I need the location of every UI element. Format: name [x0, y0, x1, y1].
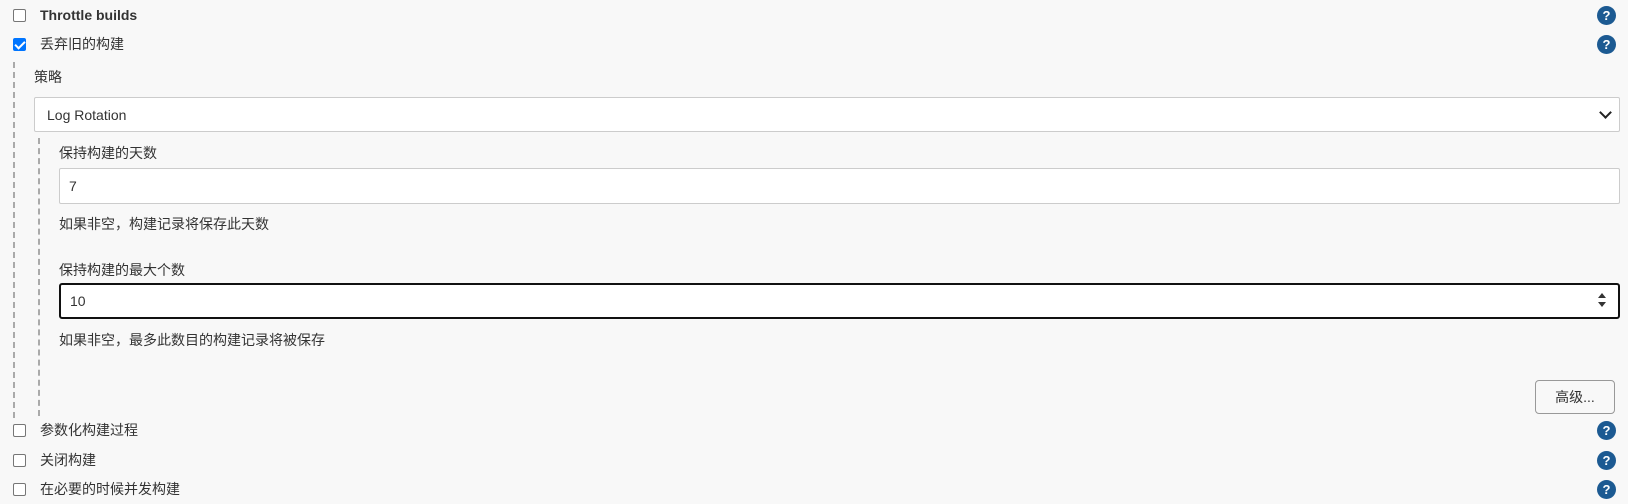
- option-discard-old-builds: 丢弃旧的构建 ?: [0, 30, 1628, 58]
- strategy-label: 策略: [34, 69, 62, 85]
- spin-up-icon[interactable]: [1598, 293, 1606, 298]
- throttle-builds-checkbox[interactable]: [13, 8, 26, 22]
- help-icon[interactable]: ?: [1597, 479, 1616, 499]
- help-icon[interactable]: ?: [1597, 420, 1616, 440]
- discard-old-builds-checkbox[interactable]: [13, 37, 26, 51]
- max-builds-input[interactable]: 10: [59, 283, 1620, 319]
- option-throttle-builds: Throttle builds ?: [0, 1, 1628, 29]
- chevron-down-icon: [1599, 106, 1612, 119]
- subsection-divider: [38, 138, 40, 416]
- help-icon[interactable]: ?: [1597, 34, 1616, 54]
- strategy-select[interactable]: Log Rotation: [34, 97, 1620, 132]
- days-to-keep-value: 7: [69, 178, 77, 194]
- parameterized-label: 参数化构建过程: [40, 422, 138, 438]
- concurrent-builds-label: 在必要的时候并发构建: [40, 481, 180, 497]
- disable-build-label: 关闭构建: [40, 452, 96, 468]
- option-parameterized: 参数化构建过程 ?: [0, 416, 1628, 444]
- help-icon[interactable]: ?: [1597, 5, 1616, 25]
- advanced-button[interactable]: 高级...: [1535, 380, 1615, 414]
- days-to-keep-input[interactable]: 7: [59, 168, 1620, 204]
- number-spinner-icon[interactable]: [1598, 291, 1608, 311]
- option-disable-build: 关闭构建 ?: [0, 446, 1628, 474]
- discard-old-builds-label: 丢弃旧的构建: [40, 36, 124, 52]
- max-builds-value: 10: [70, 293, 86, 309]
- throttle-builds-label: Throttle builds: [40, 7, 138, 23]
- days-to-keep-label: 保持构建的天数: [59, 145, 157, 161]
- days-to-keep-hint: 如果非空，构建记录将保存此天数: [59, 216, 269, 232]
- strategy-selected-value: Log Rotation: [47, 107, 127, 123]
- spin-down-icon[interactable]: [1598, 302, 1606, 307]
- max-builds-hint: 如果非空，最多此数目的构建记录将被保存: [59, 332, 325, 348]
- parameterized-checkbox[interactable]: [13, 423, 26, 437]
- disable-build-checkbox[interactable]: [13, 453, 26, 467]
- concurrent-builds-checkbox[interactable]: [13, 482, 26, 496]
- option-concurrent-builds: 在必要的时候并发构建 ?: [0, 475, 1628, 503]
- section-divider: [13, 62, 15, 418]
- help-icon[interactable]: ?: [1597, 450, 1616, 470]
- max-builds-label: 保持构建的最大个数: [59, 262, 185, 278]
